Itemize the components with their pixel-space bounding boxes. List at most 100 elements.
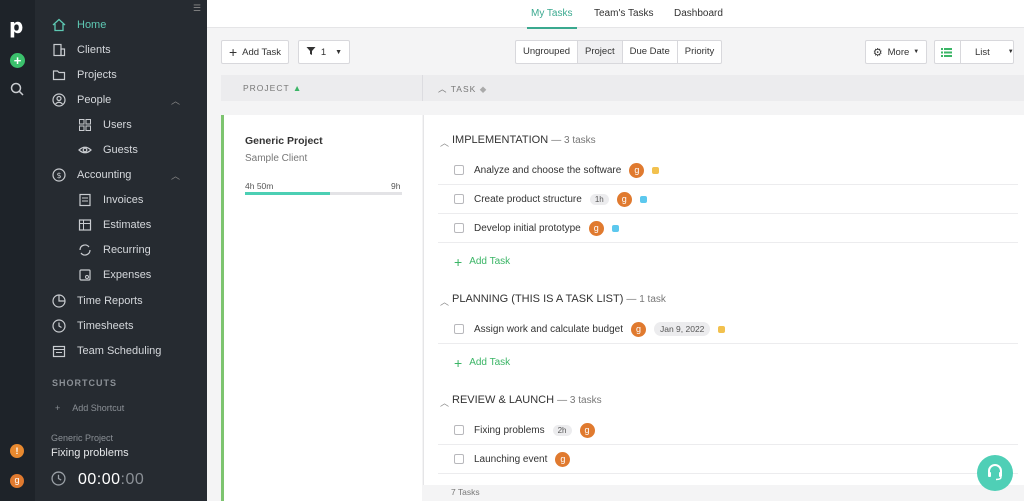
top-tabs: My Tasks Team's Tasks Dashboard	[207, 0, 1024, 29]
task-count-footer: 7 Tasks	[423, 485, 1024, 501]
add-shortcut-button[interactable]: + Add Shortcut	[55, 403, 124, 413]
due-date-badge[interactable]: Jan 9, 2022	[653, 322, 711, 336]
clock-icon	[51, 318, 67, 334]
sidebar-item-label: Time Reports	[77, 295, 143, 307]
sidebar-item-label: Guests	[103, 144, 138, 156]
add-task-link[interactable]: + Add Task	[454, 255, 511, 269]
task-name[interactable]: Fixing problems	[474, 425, 545, 436]
sidebar-item-accounting[interactable]: $ Accounting ︿	[35, 164, 200, 186]
task-name[interactable]: Analyze and choose the software	[474, 165, 621, 176]
sidebar-item-people[interactable]: People ︿	[35, 89, 200, 111]
task-row[interactable]: Analyze and choose the software g	[438, 156, 1018, 185]
sidebar-item-label: Users	[103, 119, 132, 131]
add-task-button[interactable]: + Add Task	[221, 40, 289, 64]
column-project[interactable]: PROJECT ▲	[243, 83, 302, 93]
app-logo[interactable]: p	[9, 14, 23, 38]
sidebar-item-time-reports[interactable]: Time Reports	[35, 290, 200, 312]
group-due-date[interactable]: Due Date	[623, 41, 678, 63]
chevron-up-icon[interactable]: ︿	[440, 295, 449, 308]
task-checkbox[interactable]	[454, 454, 464, 464]
collapse-sidebar-icon[interactable]: ☰	[193, 3, 201, 14]
task-name[interactable]: Create product structure	[474, 194, 582, 205]
task-list-title[interactable]: PLANNING (THIS IS A TASK LIST) — 1 task	[452, 293, 666, 305]
task-row[interactable]: Create product structure 1h g	[438, 185, 1018, 214]
filter-button[interactable]: 1 ▼	[298, 40, 350, 64]
help-chat-button[interactable]	[977, 455, 1013, 491]
sidebar-item-clients[interactable]: Clients	[35, 39, 200, 61]
plus-icon: +	[454, 354, 463, 371]
chevron-up-icon[interactable]: ︿	[440, 396, 449, 409]
estimate-badge: 2h	[552, 424, 572, 436]
task-name[interactable]: Develop initial prototype	[474, 223, 581, 234]
task-list-title[interactable]: IMPLEMENTATION — 3 tasks	[452, 134, 596, 146]
group-ungrouped[interactable]: Ungrouped	[516, 41, 579, 63]
tab-teams-tasks[interactable]: Team's Tasks	[594, 8, 654, 19]
view-select[interactable]: List ▼	[934, 40, 1014, 64]
client-name[interactable]: Sample Client	[245, 153, 307, 164]
sidebar-item-home[interactable]: Home	[35, 14, 200, 36]
gear-icon: ⚙	[872, 46, 883, 59]
task-list-title[interactable]: REVIEW & LAUNCH — 3 tasks	[452, 394, 602, 406]
task-checkbox[interactable]	[454, 165, 464, 175]
task-list-count: — 1 task	[626, 294, 666, 305]
sidebar-item-users[interactable]: Users	[35, 114, 200, 136]
column-task[interactable]: ︿ TASK ◆	[438, 83, 487, 95]
add-task-link-label: Add Task	[469, 357, 511, 368]
chevron-up-icon[interactable]: ︿	[440, 136, 449, 149]
sidebar-item-timesheets[interactable]: Timesheets	[35, 315, 200, 337]
task-list-count: — 3 tasks	[557, 395, 602, 406]
assignee-avatar[interactable]: g	[629, 162, 645, 178]
task-row[interactable]: Launching event g	[438, 445, 1018, 474]
tab-dashboard[interactable]: Dashboard	[674, 8, 723, 19]
sidebar-item-estimates[interactable]: Estimates	[35, 214, 200, 236]
list-view-icon	[941, 41, 961, 63]
user-avatar[interactable]: g	[10, 474, 24, 488]
sidebar-item-label: Team Scheduling	[77, 345, 162, 357]
project-card[interactable]: Generic Project Sample Client 4h 50m 9h	[221, 115, 422, 501]
add-task-link-label: Add Task	[469, 256, 511, 267]
sidebar-item-guests[interactable]: Guests	[35, 139, 200, 161]
task-checkbox[interactable]	[454, 425, 464, 435]
sort-icon: ◆	[479, 84, 488, 94]
budget-progress-fill	[245, 192, 330, 195]
assignee-avatar[interactable]: g	[555, 451, 571, 467]
caret-down-icon: ▼	[913, 49, 920, 55]
sidebar-item-label: Invoices	[103, 194, 144, 206]
add-task-link[interactable]: + Add Task	[454, 354, 511, 371]
task-row[interactable]: Develop initial prototype g	[438, 214, 1018, 243]
sidebar-item-invoices[interactable]: Invoices	[35, 189, 200, 211]
assignee-avatar[interactable]: g	[588, 220, 604, 236]
create-plus-icon[interactable]: +	[10, 53, 25, 68]
sidebar-item-team-scheduling[interactable]: Team Scheduling	[35, 340, 200, 362]
task-checkbox[interactable]	[454, 324, 464, 334]
group-project[interactable]: Project	[578, 41, 623, 63]
sidebar-item-expenses[interactable]: Expenses	[35, 264, 200, 286]
task-name[interactable]: Assign work and calculate budget	[474, 324, 623, 335]
chevron-up-icon[interactable]: ︿	[171, 169, 180, 182]
tab-my-tasks[interactable]: My Tasks	[527, 8, 576, 29]
task-checkbox[interactable]	[454, 223, 464, 233]
group-priority[interactable]: Priority	[678, 41, 722, 63]
search-icon[interactable]	[10, 82, 24, 99]
project-name[interactable]: Generic Project	[245, 135, 323, 147]
plus-icon: +	[55, 403, 61, 413]
timer-clock-icon[interactable]	[51, 471, 66, 489]
sidebar-item-label: Accounting	[77, 169, 132, 181]
plus-icon: +	[228, 44, 238, 60]
task-name[interactable]: Launching event	[474, 454, 547, 465]
task-lists-panel: ︿ IMPLEMENTATION — 3 tasks Analyze and c…	[423, 115, 1024, 485]
task-row[interactable]: Assign work and calculate budget g Jan 9…	[438, 315, 1018, 344]
chevron-up-icon[interactable]: ︿	[171, 94, 180, 107]
notification-alert-icon[interactable]: !	[10, 444, 24, 458]
more-button[interactable]: ⚙ More ▼	[865, 40, 927, 64]
task-list-name: IMPLEMENTATION	[452, 134, 549, 146]
task-checkbox[interactable]	[454, 194, 464, 204]
headset-icon	[985, 462, 1005, 485]
sidebar-item-projects[interactable]: Projects	[35, 64, 200, 86]
assignee-avatar[interactable]: g	[579, 422, 595, 438]
grouping-toggle: Ungrouped Project Due Date Priority	[515, 40, 723, 64]
sidebar-item-recurring[interactable]: Recurring	[35, 239, 200, 261]
assignee-avatar[interactable]: g	[616, 191, 632, 207]
task-row[interactable]: Fixing problems 2h g	[438, 416, 1018, 445]
assignee-avatar[interactable]: g	[630, 321, 646, 337]
